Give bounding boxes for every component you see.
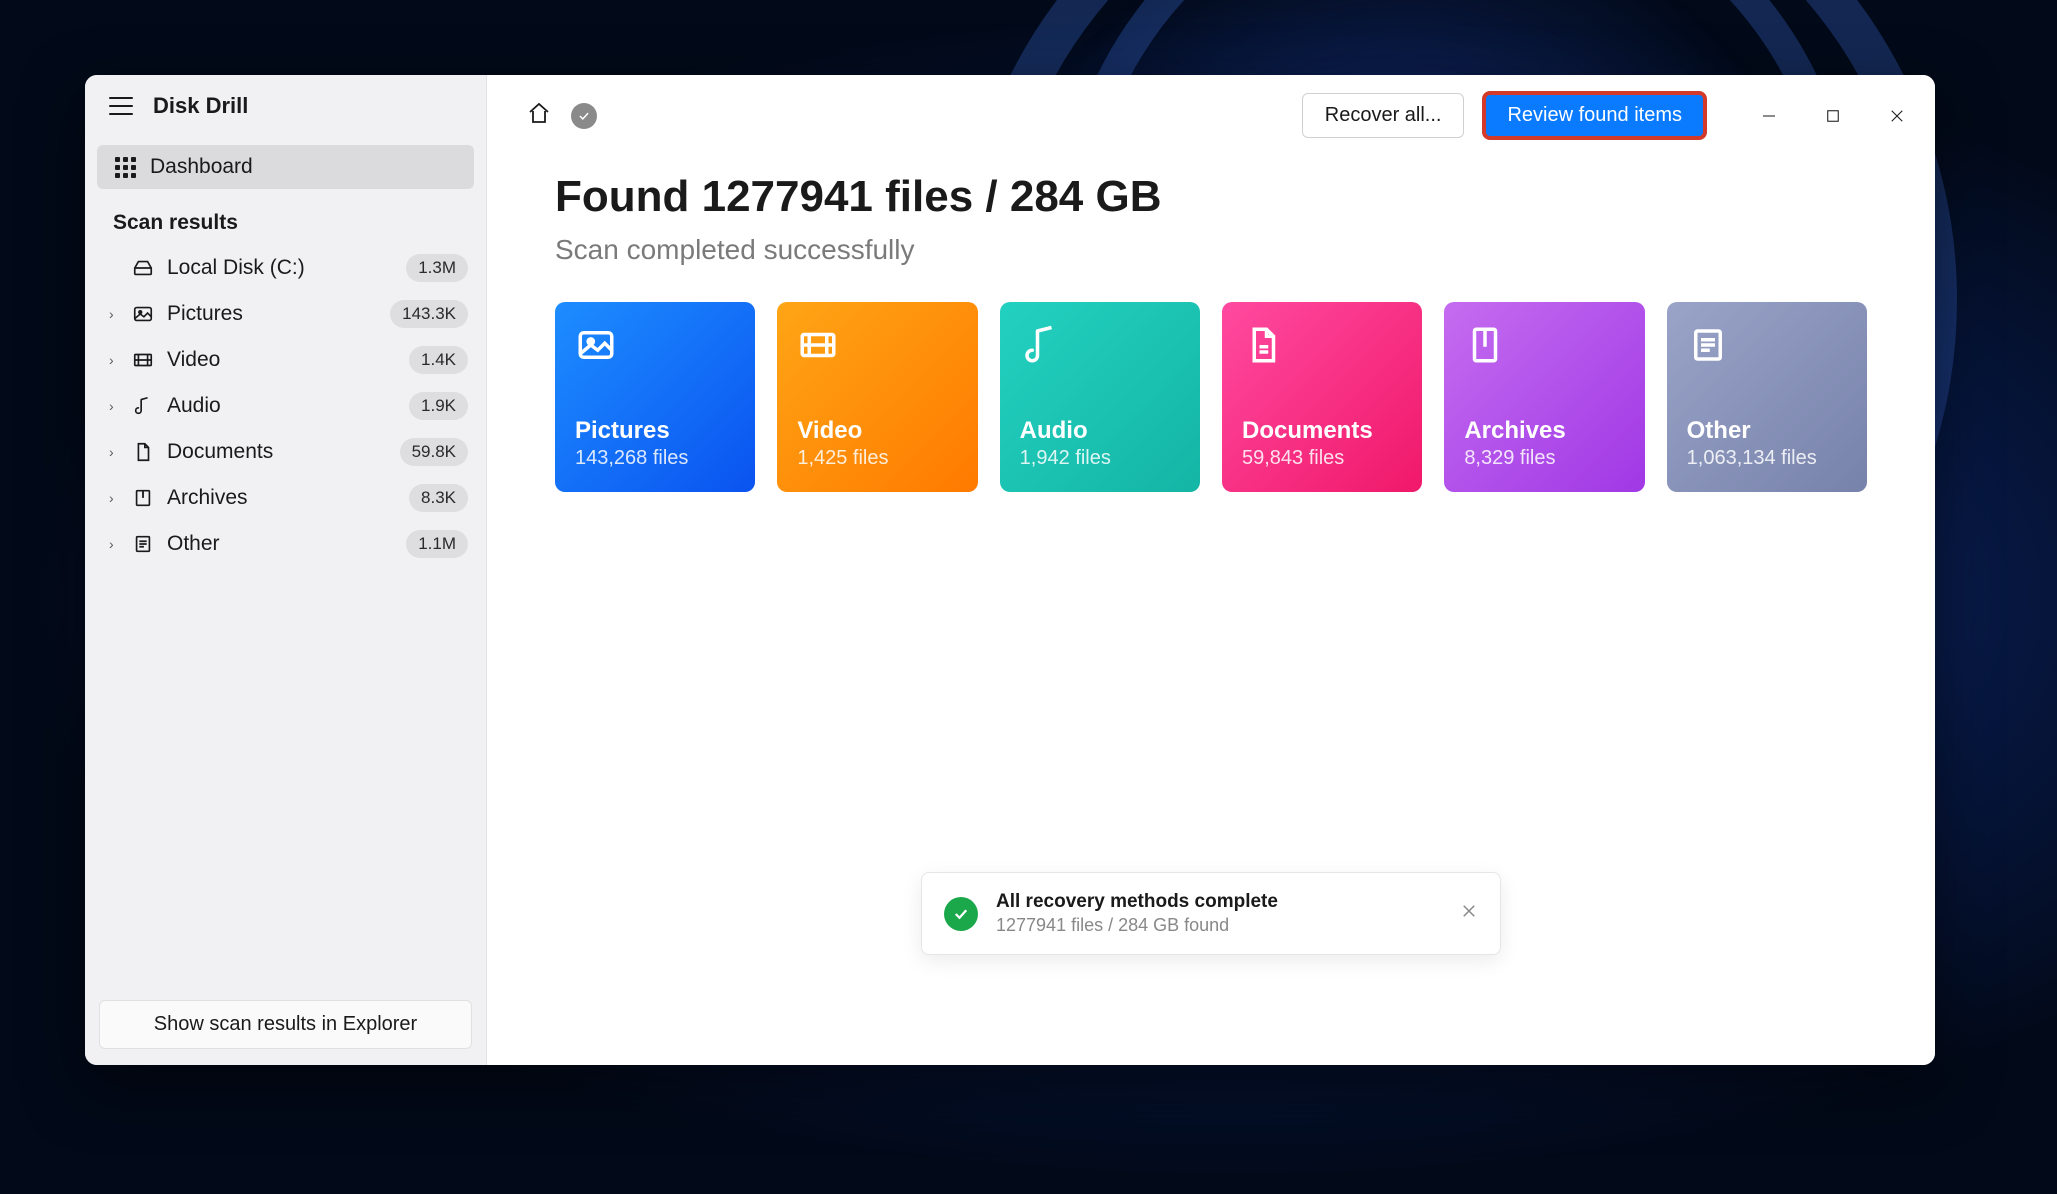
chevron-right-icon[interactable]: › xyxy=(109,536,129,552)
sidebar-item-badge: 1.4K xyxy=(409,346,468,374)
hamburger-icon[interactable] xyxy=(109,97,133,115)
toast-body: All recovery methods complete 1277941 fi… xyxy=(996,891,1442,936)
completion-toast: All recovery methods complete 1277941 fi… xyxy=(921,872,1501,955)
card-count: 143,268 files xyxy=(575,447,735,470)
home-icon[interactable] xyxy=(527,101,551,130)
card-count: 1,063,134 files xyxy=(1687,447,1847,470)
archive-icon xyxy=(1464,324,1624,378)
result-title: Found 1277941 files / 284 GB xyxy=(555,172,1935,222)
chevron-right-icon[interactable]: › xyxy=(109,352,129,368)
toast-close-icon[interactable] xyxy=(1460,902,1478,925)
minimize-icon[interactable] xyxy=(1755,102,1783,130)
card-label: Video xyxy=(797,417,957,445)
card-count: 1,942 files xyxy=(1020,447,1180,470)
dashboard-grid-icon xyxy=(115,157,136,178)
other-icon xyxy=(1687,324,1847,378)
sidebar-item-other[interactable]: › Other 1.1M xyxy=(85,521,486,567)
picture-icon xyxy=(129,303,157,325)
card-label: Documents xyxy=(1242,417,1402,445)
sidebar-item-label: Documents xyxy=(157,440,400,464)
sidebar-footer: Show scan results in Explorer xyxy=(85,984,486,1065)
chevron-right-icon[interactable]: › xyxy=(109,444,129,460)
card-documents[interactable]: Documents 59,843 files xyxy=(1222,302,1422,492)
audio-icon xyxy=(1020,324,1180,378)
document-icon xyxy=(129,441,157,463)
card-other[interactable]: Other 1,063,134 files xyxy=(1667,302,1867,492)
sidebar-item-label: Video xyxy=(157,348,409,372)
video-icon xyxy=(797,324,957,378)
picture-icon xyxy=(575,324,735,378)
sidebar-item-archives[interactable]: › Archives 8.3K xyxy=(85,475,486,521)
sidebar-item-label: Archives xyxy=(157,486,409,510)
category-cards: Pictures 143,268 files Video 1,425 files… xyxy=(487,266,1935,492)
recover-all-button[interactable]: Recover all... xyxy=(1302,93,1465,138)
sidebar-item-documents[interactable]: › Documents 59.8K xyxy=(85,429,486,475)
document-icon xyxy=(1242,324,1402,378)
show-explorer-button[interactable]: Show scan results in Explorer xyxy=(99,1000,472,1049)
caption-buttons xyxy=(1755,102,1911,130)
disk-badge: 1.3M xyxy=(406,254,468,282)
sidebar-item-badge: 143.3K xyxy=(390,300,468,328)
sidebar-item-badge: 1.1M xyxy=(406,530,468,558)
sidebar-item-label: Other xyxy=(157,532,406,556)
sidebar-item-dashboard[interactable]: Dashboard xyxy=(97,145,474,189)
maximize-icon[interactable] xyxy=(1819,102,1847,130)
sidebar-header: Disk Drill xyxy=(85,75,486,137)
disk-icon xyxy=(129,257,157,279)
sidebar-item-label: Audio xyxy=(157,394,409,418)
section-title: Scan results xyxy=(85,191,486,245)
card-audio[interactable]: Audio 1,942 files xyxy=(1000,302,1200,492)
result-header: Found 1277941 files / 284 GB Scan comple… xyxy=(487,138,1935,266)
sidebar-item-video[interactable]: › Video 1.4K xyxy=(85,337,486,383)
toast-title: All recovery methods complete xyxy=(996,891,1442,913)
success-check-icon xyxy=(944,897,978,931)
sidebar-item-badge: 8.3K xyxy=(409,484,468,512)
card-label: Archives xyxy=(1464,417,1624,445)
result-subtitle: Scan completed successfully xyxy=(555,234,1935,266)
card-count: 8,329 files xyxy=(1464,447,1624,470)
close-icon[interactable] xyxy=(1883,102,1911,130)
toast-subtitle: 1277941 files / 284 GB found xyxy=(996,915,1442,936)
video-icon xyxy=(129,349,157,371)
sidebar-item-audio[interactable]: › Audio 1.9K xyxy=(85,383,486,429)
app-name: Disk Drill xyxy=(153,93,248,119)
card-label: Other xyxy=(1687,417,1847,445)
dashboard-label: Dashboard xyxy=(150,155,253,179)
sidebar: Disk Drill Dashboard Scan results › Loca… xyxy=(85,75,487,1065)
chevron-right-icon[interactable]: › xyxy=(109,490,129,506)
sidebar-item-badge: 1.9K xyxy=(409,392,468,420)
chevron-right-icon[interactable]: › xyxy=(109,398,129,414)
main-area: Recover all... Review found items Found … xyxy=(487,75,1935,1065)
audio-icon xyxy=(129,395,157,417)
chevron-right-icon[interactable]: › xyxy=(109,306,129,322)
other-icon xyxy=(129,533,157,555)
disk-label: Local Disk (C:) xyxy=(157,256,406,280)
check-circle-icon[interactable] xyxy=(571,103,597,129)
archive-icon xyxy=(129,487,157,509)
sidebar-item-disk[interactable]: › Local Disk (C:) 1.3M xyxy=(85,245,486,291)
card-count: 1,425 files xyxy=(797,447,957,470)
card-archives[interactable]: Archives 8,329 files xyxy=(1444,302,1644,492)
card-pictures[interactable]: Pictures 143,268 files xyxy=(555,302,755,492)
sidebar-item-pictures[interactable]: › Pictures 143.3K xyxy=(85,291,486,337)
app-window: Disk Drill Dashboard Scan results › Loca… xyxy=(85,75,1935,1065)
sidebar-item-label: Pictures xyxy=(157,302,390,326)
card-label: Audio xyxy=(1020,417,1180,445)
toolbar: Recover all... Review found items xyxy=(487,75,1935,138)
sidebar-item-badge: 59.8K xyxy=(400,438,468,466)
card-video[interactable]: Video 1,425 files xyxy=(777,302,977,492)
card-count: 59,843 files xyxy=(1242,447,1402,470)
card-label: Pictures xyxy=(575,417,735,445)
review-found-items-button[interactable]: Review found items xyxy=(1484,93,1705,138)
